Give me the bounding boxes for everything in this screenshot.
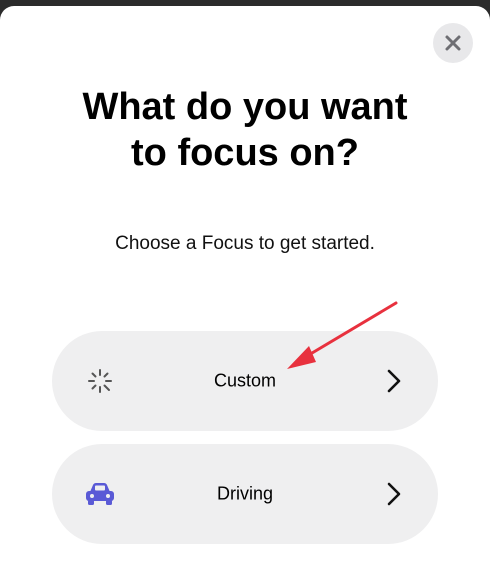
page-subtitle: Choose a Focus to get started. bbox=[115, 233, 375, 254]
chevron-right-icon bbox=[387, 482, 401, 506]
option-driving-label: Driving bbox=[216, 483, 273, 504]
title-line-1: What do you want bbox=[82, 86, 408, 128]
option-custom-label: Custom bbox=[213, 370, 276, 391]
focus-setup-sheet: What do you want to focus on? Choose a F… bbox=[0, 6, 490, 566]
title-line-2: to focus on? bbox=[131, 132, 359, 174]
close-icon bbox=[445, 35, 461, 51]
page-title: What do you want to focus on? bbox=[0, 84, 490, 176]
close-button[interactable] bbox=[433, 23, 473, 63]
option-custom[interactable]: Custom bbox=[52, 331, 438, 431]
option-driving[interactable]: Driving bbox=[52, 444, 438, 544]
chevron-right-icon bbox=[387, 369, 401, 393]
